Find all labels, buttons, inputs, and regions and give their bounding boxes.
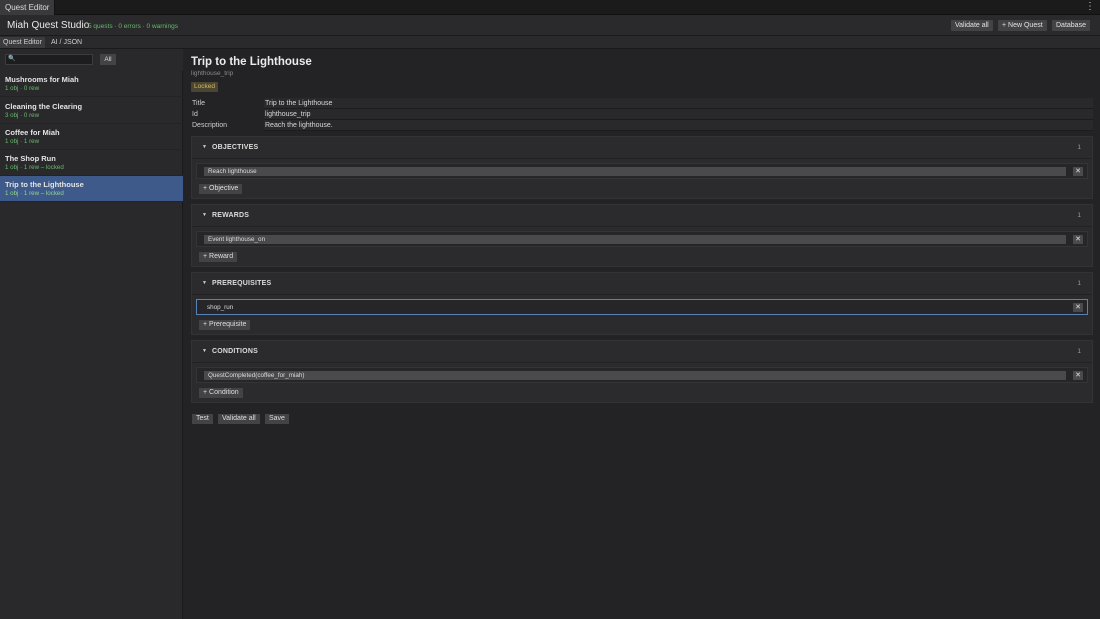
collapse-caret-icon: ▼ <box>202 280 207 286</box>
section-divider <box>192 158 1092 159</box>
new-quest-button[interactable]: + New Quest <box>998 20 1047 31</box>
tab-quest-editor[interactable]: Quest Editor <box>0 37 45 48</box>
add-prerequisite-button[interactable]: + Prerequisite <box>199 320 251 330</box>
section-count: 1 <box>1077 144 1081 151</box>
section-count: 1 <box>1077 280 1081 287</box>
quest-name: Trip to the Lighthouse <box>5 180 84 189</box>
status-summary: 5 quests · 0 errors · 0 warnings <box>88 23 178 30</box>
description-field-row: Description Reach the lighthouse. <box>191 120 1093 131</box>
conditions-section-header[interactable]: ▼ CONDITIONS 1 <box>192 341 1092 361</box>
objectives-section-header[interactable]: ▼ OBJECTIVES 1 <box>192 137 1092 157</box>
section-title: REWARDS <box>212 212 250 219</box>
section-title: CONDITIONS <box>212 348 258 355</box>
id-field-row: Id lighthouse_trip <box>191 109 1093 120</box>
title-field-row: Title Trip to the Lighthouse <box>191 98 1093 109</box>
search-icon: 🔍 <box>8 56 16 62</box>
quest-meta: 1 obj · 1 rew – locked <box>5 190 64 197</box>
quest-title-heading: Trip to the Lighthouse <box>191 56 312 68</box>
quest-meta: 1 obj · 0 rew <box>5 85 40 92</box>
quest-name: Cleaning the Clearing <box>5 102 83 111</box>
objectives-section: ▼ OBJECTIVES 1 Reach lighthouse ✕ + Obje… <box>191 136 1093 199</box>
view-tabs: Quest Editor AI / JSON <box>0 36 1100 49</box>
quest-meta: 3 obj · 0 rew <box>5 112 40 119</box>
quest-list-item-selected[interactable]: Trip to the Lighthouse 1 obj · 1 rew – l… <box>0 176 183 202</box>
window-tabbar: Quest Editor ⋮ <box>0 0 1100 15</box>
test-button[interactable]: Test <box>192 414 213 424</box>
section-count: 1 <box>1077 212 1081 219</box>
collapse-caret-icon: ▼ <box>202 144 207 150</box>
rewards-section: ▼ REWARDS 1 Event lighthouse_on ✕ + Rewa… <box>191 204 1093 267</box>
section-divider <box>192 226 1092 227</box>
section-count: 1 <box>1077 348 1081 355</box>
prerequisites-section-header[interactable]: ▼ PREREQUISITES 1 <box>192 273 1092 293</box>
add-objective-button[interactable]: + Objective <box>199 184 243 194</box>
conditions-section: ▼ CONDITIONS 1 QuestCompleted(coffee_for… <box>191 340 1093 403</box>
remove-condition-close-icon[interactable]: ✕ <box>1073 371 1083 380</box>
remove-prerequisite-close-icon[interactable]: ✕ <box>1073 303 1083 312</box>
search-input[interactable] <box>5 54 93 65</box>
quest-list-item[interactable]: Mushrooms for Miah 1 obj · 0 rew <box>0 71 183 97</box>
section-title: PREREQUISITES <box>212 280 272 287</box>
section-divider <box>192 362 1092 363</box>
section-divider <box>192 294 1092 295</box>
title-field-label: Title <box>192 100 205 107</box>
quest-meta: 1 obj · 1 rew <box>5 138 40 145</box>
prerequisites-section: ▼ PREREQUISITES 1 shop_run ✕ + Prerequis… <box>191 272 1093 335</box>
condition-entry-field[interactable]: QuestCompleted(coffee_for_miah) <box>204 371 1066 380</box>
quest-name: Coffee for Miah <box>5 128 60 137</box>
collapse-caret-icon: ▼ <box>202 348 207 354</box>
quest-name: The Shop Run <box>5 154 56 163</box>
validate-all-footer-button[interactable]: Validate all <box>218 414 260 424</box>
quest-list-item[interactable]: The Shop Run 1 obj · 1 rew – locked <box>0 150 183 176</box>
id-field-label: Id <box>192 111 198 118</box>
section-title: OBJECTIVES <box>212 144 259 151</box>
app-title: Miah Quest Studio <box>7 20 90 31</box>
description-field[interactable]: Reach the lighthouse. <box>264 120 1093 131</box>
prerequisite-entry-input[interactable]: shop_run <box>204 303 1066 312</box>
filter-all-button[interactable]: All <box>100 54 116 65</box>
save-button[interactable]: Save <box>265 414 289 424</box>
more-menu-icon[interactable]: ⋮ <box>1085 1 1095 13</box>
title-field[interactable]: Trip to the Lighthouse <box>264 98 1093 109</box>
app-header: Miah Quest Studio 5 quests · 0 errors · … <box>0 15 1100 36</box>
add-condition-button[interactable]: + Condition <box>199 388 243 398</box>
validate-all-button[interactable]: Validate all <box>951 20 993 31</box>
id-field[interactable]: lighthouse_trip <box>264 109 1093 120</box>
quest-editor-panel: Trip to the Lighthouse lighthouse_trip L… <box>184 49 1100 619</box>
quest-list-item[interactable]: Cleaning the Clearing 3 obj · 0 rew <box>0 98 183 124</box>
remove-objective-close-icon[interactable]: ✕ <box>1073 167 1083 176</box>
condition-entry-row: QuestCompleted(coffee_for_miah) ✕ <box>196 367 1088 383</box>
reward-entry-row: Event lighthouse_on ✕ <box>196 231 1088 247</box>
reward-entry-field[interactable]: Event lighthouse_on <box>204 235 1066 244</box>
quest-sidebar: 🔍 All Mushrooms for Miah 1 obj · 0 rew C… <box>0 49 183 619</box>
search-row: 🔍 All <box>0 49 183 71</box>
window-tab-quest-editor[interactable]: Quest Editor <box>0 0 56 15</box>
quest-list-item[interactable]: Coffee for Miah 1 obj · 1 rew <box>0 124 183 150</box>
locked-status-badge: Locked <box>191 82 218 92</box>
prerequisite-entry-row: shop_run ✕ <box>196 299 1088 315</box>
objective-entry-row: Reach lighthouse ✕ <box>196 163 1088 179</box>
tab-ai-json[interactable]: AI / JSON <box>48 37 85 48</box>
collapse-caret-icon: ▼ <box>202 212 207 218</box>
quest-meta: 1 obj · 1 rew – locked <box>5 164 64 171</box>
rewards-section-header[interactable]: ▼ REWARDS 1 <box>192 205 1092 225</box>
remove-reward-close-icon[interactable]: ✕ <box>1073 235 1083 244</box>
objective-entry-field[interactable]: Reach lighthouse <box>204 167 1066 176</box>
quest-name: Mushrooms for Miah <box>5 75 79 84</box>
add-reward-button[interactable]: + Reward <box>199 252 238 262</box>
database-button[interactable]: Database <box>1052 20 1090 31</box>
quest-id-subtitle: lighthouse_trip <box>191 70 234 77</box>
description-field-label: Description <box>192 122 228 129</box>
